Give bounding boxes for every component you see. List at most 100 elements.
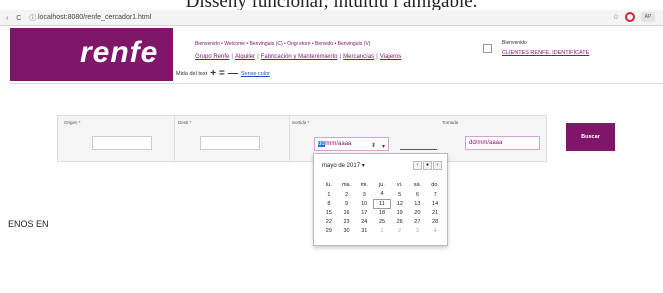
browser-nav: ‹ C ⓘ bbox=[6, 13, 42, 23]
weekday-header: sá. bbox=[413, 182, 422, 188]
calendar-day[interactable]: 24 bbox=[355, 217, 373, 226]
calendar-day[interactable]: 9 bbox=[338, 199, 356, 208]
calendar-day[interactable]: 8 bbox=[320, 199, 338, 208]
extension-icon[interactable]: AP bbox=[641, 12, 655, 22]
calendar-day[interactable]: 19 bbox=[391, 208, 409, 217]
prev-month-icon[interactable]: ‹ bbox=[413, 161, 422, 170]
calendar-day[interactable]: 25 bbox=[373, 217, 391, 226]
desti-input[interactable] bbox=[200, 136, 260, 150]
month-dropdown-icon: ▾ bbox=[361, 163, 365, 169]
font-equal-icon[interactable]: = bbox=[219, 69, 225, 79]
weekday-header-row: lu. ma. mi. ju. vi. sá. do. bbox=[320, 180, 444, 190]
weekday-header: mi. bbox=[360, 182, 368, 188]
calendar-day[interactable]: 28 bbox=[426, 217, 444, 226]
calendar-day[interactable]: 20 bbox=[409, 208, 427, 217]
calendar-day[interactable]: 30 bbox=[338, 226, 356, 235]
calendar-day[interactable]: 27 bbox=[409, 217, 427, 226]
menu-fabricacion[interactable]: Fabricación y Mantenimiento bbox=[261, 54, 338, 60]
main-menu: Grupo Renfe | Alquiler | Fabricación y Mante… bbox=[195, 54, 402, 60]
calendar-day[interactable]: 16 bbox=[338, 208, 356, 217]
calendar-week-row: 8 9 10 11 12 13 14 bbox=[320, 198, 444, 209]
clientes-login-link[interactable]: CLIENTES RENFE. IDENTIFÍCATE bbox=[502, 50, 589, 56]
calendar-day[interactable]: 15 bbox=[320, 208, 338, 217]
today-icon[interactable]: ● bbox=[423, 161, 432, 170]
site-header: renfe Bienvenido • Welcome • Benvinguts … bbox=[10, 28, 663, 84]
tornada-label: Tornada bbox=[442, 120, 459, 125]
calendar-day[interactable]: 4 bbox=[426, 226, 444, 235]
calendar-week-row: 1234567 bbox=[320, 190, 444, 199]
calendar-day[interactable]: 17 bbox=[355, 208, 373, 217]
calendar-month-label: mayo de 2017 bbox=[322, 163, 361, 169]
page-body-text: ENOS EN bbox=[8, 219, 49, 229]
calendar-day[interactable]: 12 bbox=[391, 199, 409, 208]
calendar-day[interactable]: 2 bbox=[391, 226, 409, 235]
browser-toolbar: ‹ C ⓘ localhost:8080/renfe_cercador1.htm… bbox=[0, 10, 663, 26]
opera-icon[interactable] bbox=[625, 12, 635, 22]
calendar-week-row: 15 16 17 18 19 20 21 bbox=[320, 208, 444, 217]
no-color-link[interactable]: Sense color bbox=[241, 71, 270, 77]
browser-actions: ☆ AP bbox=[613, 12, 655, 22]
calendar-day[interactable]: 1 bbox=[320, 190, 338, 199]
calendar-day[interactable]: 11 bbox=[372, 198, 392, 209]
weekday-header: ju. bbox=[379, 182, 385, 188]
origen-label: Origen * bbox=[64, 120, 81, 125]
menu-alquiler[interactable]: Alquiler bbox=[235, 54, 255, 60]
font-plus-icon[interactable]: + bbox=[210, 69, 216, 79]
spinner-icon[interactable]: ⬍ bbox=[371, 140, 376, 153]
calendar-day[interactable]: 26 bbox=[391, 217, 409, 226]
desti-cell: Desti * bbox=[175, 116, 290, 163]
sortida-day-segment[interactable]: dd bbox=[318, 141, 325, 147]
date-separator bbox=[400, 149, 437, 150]
sortida-rest-segment[interactable]: /mm/aaaa bbox=[325, 141, 352, 147]
welcome-label: Bienvenido bbox=[502, 40, 527, 46]
desti-label: Desti * bbox=[178, 120, 192, 125]
calendar-day[interactable]: 6 bbox=[409, 190, 427, 199]
calendar-week-row: 29 30 31 1 2 3 4 bbox=[320, 226, 444, 235]
logo-banner[interactable]: renfe bbox=[10, 28, 173, 81]
calendar-month-select[interactable]: mayo de 2017 ▾ bbox=[322, 162, 365, 169]
calendar-day[interactable]: 22 bbox=[320, 217, 338, 226]
tornada-date-input[interactable]: dd/mm/aaaa bbox=[465, 136, 540, 150]
header-checkbox[interactable] bbox=[483, 44, 492, 53]
calendar-grid: lu. ma. mi. ju. vi. sá. do. 1 2 3 4 5 6 7 8 9 10 11 12 13 1… bbox=[320, 180, 444, 235]
font-size-label: Mida del text bbox=[176, 71, 208, 77]
calendar-day[interactable]: 2 bbox=[338, 190, 356, 199]
calendar-day[interactable]: 29 bbox=[320, 226, 338, 235]
calendar-day[interactable]: 13 bbox=[409, 199, 427, 208]
sortida-date-input[interactable]: dd/mm/aaaa ⬍ ▾ bbox=[314, 137, 389, 151]
menu-mercancias[interactable]: Mercancías bbox=[343, 54, 374, 60]
buscar-button[interactable]: Buscar bbox=[566, 123, 615, 151]
language-links[interactable]: Bienvenido • Welcome • Benvinguts (C) • … bbox=[195, 41, 370, 47]
address-bar[interactable]: localhost:8080/renfe_cercador1.html bbox=[38, 14, 151, 21]
search-panel: Origen * Desti * Sortida * Tornada dd/mm… bbox=[57, 115, 547, 163]
next-month-icon[interactable]: › bbox=[433, 161, 442, 170]
origen-cell: Origen * bbox=[58, 116, 175, 163]
weekday-header: ma. bbox=[341, 182, 352, 188]
back-icon[interactable]: ‹ bbox=[6, 15, 8, 22]
calendar-day[interactable]: 10 bbox=[355, 199, 373, 208]
weekday-header: vi. bbox=[396, 182, 403, 188]
reload-icon[interactable]: C bbox=[16, 15, 21, 22]
origen-input[interactable] bbox=[92, 136, 152, 150]
calendar-day[interactable]: 1 bbox=[373, 226, 391, 235]
weekday-header: lu. bbox=[325, 182, 332, 188]
calendar-day[interactable]: 7 bbox=[426, 190, 444, 199]
menu-grupo-renfe[interactable]: Grupo Renfe bbox=[195, 54, 229, 60]
renfe-logo: renfe bbox=[80, 36, 159, 69]
calendar-day[interactable]: 3 bbox=[409, 226, 427, 235]
weekday-header: do. bbox=[431, 182, 439, 188]
calendar-day[interactable]: 18 bbox=[373, 208, 391, 217]
calendar-day[interactable]: 14 bbox=[426, 199, 444, 208]
info-icon[interactable]: ⓘ bbox=[29, 15, 36, 22]
calendar-day[interactable]: 23 bbox=[338, 217, 356, 226]
calendar-days: 1 2 3 4 5 6 7 8 9 10 11 12 13 14 15 16 17 18 19 20 21 22 23 24 2… bbox=[320, 190, 444, 235]
calendar-day[interactable]: 21 bbox=[426, 208, 444, 217]
calendar-day[interactable]: 31 bbox=[355, 226, 373, 235]
calendar-day[interactable]: 4 bbox=[373, 190, 391, 199]
font-minus-icon[interactable]: — bbox=[228, 69, 238, 79]
menu-viajeros[interactable]: Viajeros bbox=[380, 54, 402, 60]
star-icon[interactable]: ☆ bbox=[613, 13, 619, 21]
calendar-day[interactable]: 3 bbox=[355, 190, 373, 199]
calendar-day[interactable]: 5 bbox=[391, 190, 409, 199]
sortida-label: Sortida * bbox=[292, 120, 310, 125]
